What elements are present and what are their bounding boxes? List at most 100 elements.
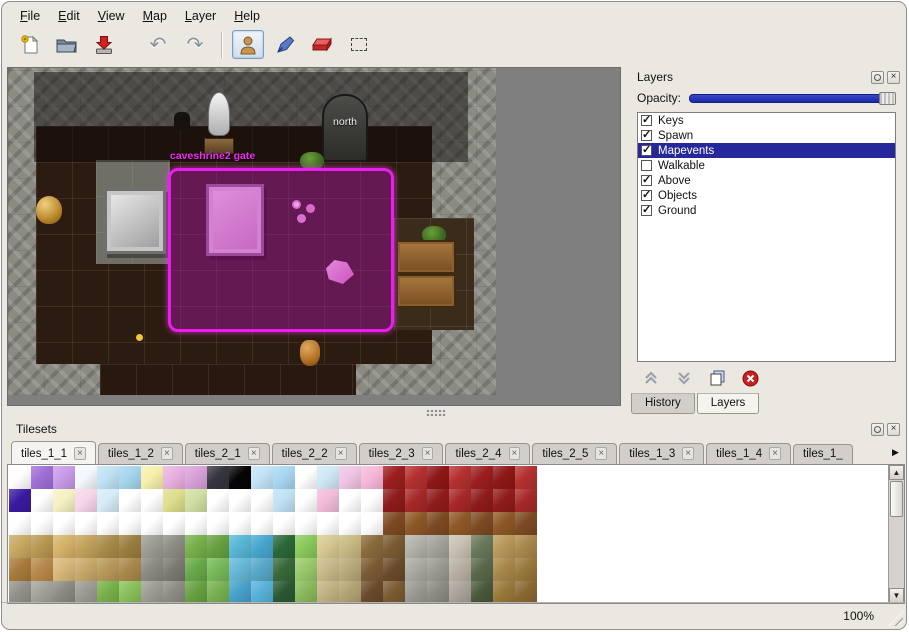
- tileset-tile[interactable]: [295, 581, 317, 604]
- tileset-tile[interactable]: [53, 489, 75, 512]
- tileset-tile[interactable]: [31, 512, 53, 535]
- menu-file[interactable]: File: [12, 7, 48, 25]
- tileset-tile[interactable]: [471, 466, 493, 489]
- tileset-tile[interactable]: [383, 535, 405, 558]
- tileset-tile[interactable]: [53, 535, 75, 558]
- tileset-tile[interactable]: [119, 558, 141, 581]
- tileset-tile[interactable]: [31, 558, 53, 581]
- fill-tool-button[interactable]: [269, 30, 301, 59]
- tileset-tab-tiles_1_2[interactable]: tiles_1_2×: [98, 443, 183, 464]
- scroll-up-arrow[interactable]: ▲: [889, 465, 904, 480]
- tileset-tile[interactable]: [141, 489, 163, 512]
- stamp-tool-button[interactable]: [232, 30, 264, 59]
- tileset-tile[interactable]: [185, 512, 207, 535]
- tileset-tile[interactable]: [141, 535, 163, 558]
- tileset-tab-tiles_2_2[interactable]: tiles_2_2×: [272, 443, 357, 464]
- tileset-tile[interactable]: [273, 558, 295, 581]
- tileset-tile[interactable]: [405, 558, 427, 581]
- tileset-tile[interactable]: [515, 512, 537, 535]
- tileset-tile[interactable]: [163, 489, 185, 512]
- tab-history[interactable]: History: [631, 393, 695, 414]
- tileset-tile[interactable]: [515, 558, 537, 581]
- tileset-tile[interactable]: [449, 466, 471, 489]
- tileset-tile[interactable]: [515, 466, 537, 489]
- layer-row-above[interactable]: Above: [638, 173, 895, 188]
- tileset-tile[interactable]: [361, 489, 383, 512]
- tileset-tile[interactable]: [163, 558, 185, 581]
- tileset-tile[interactable]: [9, 558, 31, 581]
- tileset-tile[interactable]: [31, 466, 53, 489]
- redo-button[interactable]: ↷: [179, 30, 211, 59]
- tileset-tab-tiles_1_x[interactable]: tiles_1_: [793, 444, 853, 464]
- layer-visibility-checkbox[interactable]: [641, 130, 652, 141]
- tileset-scrollbar[interactable]: ▲ ▼: [888, 465, 904, 603]
- tileset-tile[interactable]: [471, 535, 493, 558]
- tileset-tile[interactable]: [449, 535, 471, 558]
- tileset-tile[interactable]: [119, 535, 141, 558]
- tileset-tile[interactable]: [163, 535, 185, 558]
- close-tab-icon[interactable]: ×: [161, 447, 173, 460]
- tileset-tile[interactable]: [339, 535, 361, 558]
- tileset-tile[interactable]: [383, 558, 405, 581]
- menu-edit[interactable]: Edit: [50, 7, 88, 25]
- tileset-tile[interactable]: [229, 512, 251, 535]
- tileset-tile[interactable]: [119, 581, 141, 604]
- tileset-tile[interactable]: [317, 581, 339, 604]
- tileset-tile[interactable]: [295, 558, 317, 581]
- tileset-tile[interactable]: [207, 489, 229, 512]
- tileset-tile[interactable]: [273, 581, 295, 604]
- tileset-tile[interactable]: [141, 581, 163, 604]
- tileset-tile[interactable]: [207, 466, 229, 489]
- layer-visibility-checkbox[interactable]: [641, 190, 652, 201]
- tileset-tile[interactable]: [471, 512, 493, 535]
- tileset-tab-tiles_1_4[interactable]: tiles_1_4×: [706, 443, 791, 464]
- tileset-tile[interactable]: [141, 558, 163, 581]
- tileset-tile[interactable]: [427, 558, 449, 581]
- tileset-tile[interactable]: [9, 466, 31, 489]
- close-panel-button[interactable]: ×: [887, 71, 900, 84]
- tileset-tile[interactable]: [185, 466, 207, 489]
- menu-layer[interactable]: Layer: [177, 7, 224, 25]
- tileset-tile[interactable]: [383, 466, 405, 489]
- tileset-tile[interactable]: [75, 489, 97, 512]
- tileset-tile[interactable]: [229, 535, 251, 558]
- tab-layers[interactable]: Layers: [697, 393, 760, 414]
- tileset-tile[interactable]: [449, 558, 471, 581]
- close-tab-icon[interactable]: ×: [595, 447, 607, 460]
- tileset-tile[interactable]: [361, 581, 383, 604]
- layer-row-keys[interactable]: Keys: [638, 113, 895, 128]
- tileset-tab-tiles_1_3[interactable]: tiles_1_3×: [619, 443, 704, 464]
- tileset-tile[interactable]: [141, 512, 163, 535]
- tileset-tile[interactable]: [53, 512, 75, 535]
- tileset-tile[interactable]: [471, 581, 493, 604]
- open-map-button[interactable]: [51, 30, 83, 59]
- eraser-tool-button[interactable]: [306, 30, 338, 59]
- tileset-tile[interactable]: [9, 489, 31, 512]
- tileset-tile[interactable]: [295, 489, 317, 512]
- close-tab-icon[interactable]: ×: [422, 447, 434, 460]
- undo-button[interactable]: ↶: [142, 30, 174, 59]
- tileset-tile[interactable]: [9, 512, 31, 535]
- tileset-tile[interactable]: [251, 512, 273, 535]
- tab-scroll-right-button[interactable]: ▶: [888, 443, 903, 461]
- tileset-tile[interactable]: [163, 512, 185, 535]
- tileset-tab-tiles_1_1[interactable]: tiles_1_1×: [11, 441, 96, 464]
- tileset-tile[interactable]: [427, 489, 449, 512]
- layer-visibility-checkbox[interactable]: [641, 160, 652, 171]
- tileset-tile[interactable]: [493, 466, 515, 489]
- move-layer-down-button[interactable]: [675, 370, 693, 386]
- tileset-tile[interactable]: [317, 489, 339, 512]
- tileset-tab-tiles_2_5[interactable]: tiles_2_5×: [532, 443, 617, 464]
- tileset-tile[interactable]: [9, 581, 31, 604]
- tileset-tile[interactable]: [119, 512, 141, 535]
- tileset-tile[interactable]: [339, 512, 361, 535]
- tileset-tile[interactable]: [185, 489, 207, 512]
- tileset-tile[interactable]: [97, 466, 119, 489]
- menu-map[interactable]: Map: [135, 7, 175, 25]
- layer-row-ground[interactable]: Ground: [638, 203, 895, 218]
- tileset-tile[interactable]: [339, 466, 361, 489]
- float-panel-button[interactable]: [871, 71, 884, 84]
- tileset-tile[interactable]: [75, 558, 97, 581]
- tileset-tile[interactable]: [251, 558, 273, 581]
- save-map-button[interactable]: [88, 30, 120, 59]
